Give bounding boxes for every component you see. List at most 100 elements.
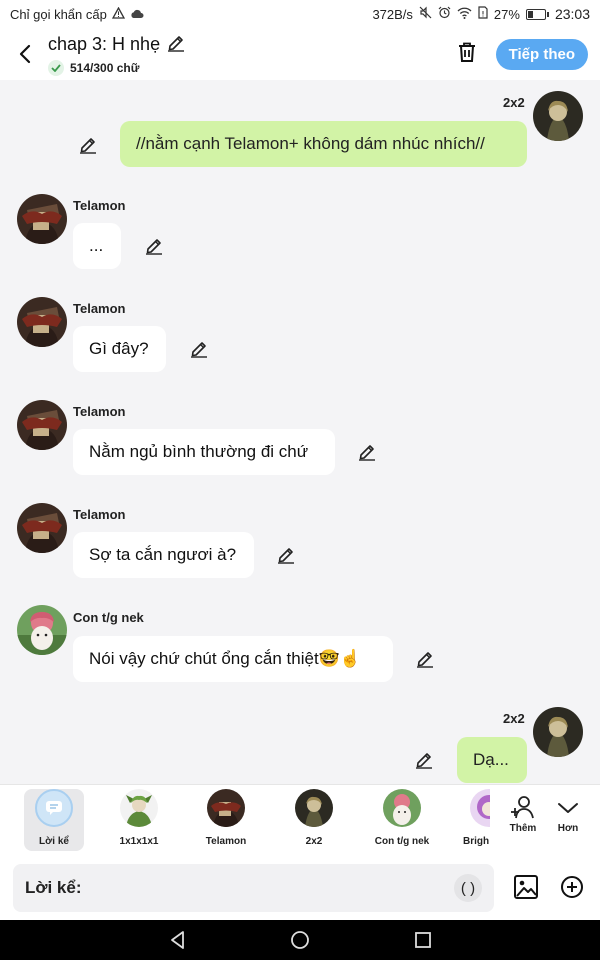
carrier-text: Chỉ gọi khẩn cấp — [10, 6, 107, 22]
add-button[interactable] — [560, 875, 584, 904]
character-con-tg-nek[interactable]: Con t/g nek — [372, 789, 432, 847]
title-block: chap 3: H nhẹ 514/300 chữ — [48, 32, 186, 76]
back-arrow-icon — [19, 44, 31, 64]
message-row: 2x2 //nằm cạnh Telamon+ không dám nhúc n… — [0, 80, 600, 175]
page-title: chap 3: H nhẹ — [48, 34, 161, 54]
status-bar: Chỉ gọi khẩn cấp 372B/s 27% 23:03 — [0, 0, 600, 28]
avatar — [470, 789, 490, 827]
nav-home-button[interactable] — [290, 930, 310, 955]
character-name: Brigh — [463, 836, 490, 847]
image-button[interactable] — [513, 874, 539, 905]
avatar[interactable] — [17, 297, 67, 347]
next-button[interactable]: Tiếp theo — [495, 38, 588, 70]
edit-message-icon[interactable] — [189, 338, 209, 358]
nav-back-button[interactable] — [168, 930, 188, 955]
battery-percent: 27% — [493, 6, 520, 22]
message-row: Telamon ... — [0, 190, 600, 275]
avatar[interactable] — [17, 605, 67, 655]
character-name: 2x2 — [305, 836, 323, 847]
edit-message-icon[interactable] — [357, 441, 377, 461]
image-icon — [514, 875, 538, 899]
narrator-icon — [35, 789, 73, 827]
character-name: Con t/g nek — [374, 836, 430, 847]
circle-home-icon — [291, 931, 309, 949]
sim-icon — [478, 6, 488, 22]
avatar[interactable] — [533, 707, 583, 757]
message-row: Telamon Sợ ta cắn ngươi à? — [0, 499, 600, 584]
edit-message-icon[interactable] — [78, 134, 98, 154]
avatar — [383, 789, 421, 827]
title-row: chap 3: H nhẹ — [48, 32, 186, 57]
check-icon — [48, 60, 64, 76]
battery-icon — [525, 8, 549, 20]
cloud-icon — [130, 7, 144, 22]
character-name: 1x1x1x1 — [119, 836, 159, 847]
back-button[interactable] — [14, 43, 36, 65]
edit-message-icon[interactable] — [414, 749, 434, 769]
character-telamon[interactable]: Telamon — [196, 789, 256, 847]
sender-name: 2x2 — [503, 711, 525, 726]
message-bubble[interactable]: Nằm ngủ bình thường đi chứ — [73, 429, 335, 475]
character-name: Lời kể — [39, 836, 69, 847]
avatar[interactable] — [17, 400, 67, 450]
status-left: Chỉ gọi khẩn cấp — [10, 6, 144, 22]
message-bubble[interactable]: ... — [73, 223, 121, 269]
warning-icon — [111, 6, 125, 22]
character-brigh[interactable]: Brigh — [460, 789, 490, 847]
avatar[interactable] — [533, 91, 583, 141]
status-right: 372B/s 27% 23:03 — [372, 6, 590, 22]
character-bar: Lời kể 1x1x1x1 Telamon 2x2 Con t/g nek B… — [0, 784, 600, 856]
mute-icon — [419, 6, 432, 22]
sender-name: Telamon — [73, 404, 126, 419]
edit-message-icon[interactable] — [276, 544, 296, 564]
add-person-icon — [511, 796, 534, 819]
clock: 23:03 — [554, 6, 590, 22]
sender-name: Telamon — [73, 301, 126, 316]
add-character-button[interactable]: Thêm — [503, 793, 543, 834]
narration-input[interactable]: Lời kể: ( ) — [13, 864, 494, 912]
word-count-row: 514/300 chữ — [48, 60, 186, 76]
message-bubble[interactable]: Nói vậy chứ chút ổng cắn thiệt🤓☝️ — [73, 636, 393, 682]
message-row: Telamon Nằm ngủ bình thường đi chứ — [0, 396, 600, 481]
avatar — [207, 789, 245, 827]
input-bar: Lời kể: ( ) — [0, 856, 600, 920]
square-recents-icon — [415, 932, 431, 948]
chevron-down-icon — [558, 803, 578, 813]
more-button[interactable]: Hơn — [548, 793, 588, 834]
header: chap 3: H nhẹ 514/300 chữ Tiếp theo — [0, 28, 600, 80]
message-row: 2x2 Dạ... — [0, 700, 600, 784]
sender-name: 2x2 — [503, 95, 525, 110]
character-name: Telamon — [205, 836, 247, 847]
sender-name: Telamon — [73, 198, 126, 213]
message-bubble[interactable]: Sợ ta cắn ngươi à? — [73, 532, 254, 578]
message-row: Telamon Gì đây? — [0, 293, 600, 378]
wifi-icon — [457, 7, 472, 22]
parentheses-button[interactable]: ( ) — [454, 874, 482, 902]
header-actions: Tiếp theo — [456, 38, 588, 70]
message-bubble[interactable]: Gì đây? — [73, 326, 166, 372]
chat-area[interactable]: 2x2 //nằm cạnh Telamon+ không dám nhúc n… — [0, 80, 600, 784]
edit-title-icon[interactable] — [166, 32, 186, 57]
character-1x1x1x1[interactable]: 1x1x1x1 — [109, 789, 169, 847]
sender-name: Telamon — [73, 507, 126, 522]
character-narrator[interactable]: Lời kể — [24, 789, 84, 851]
system-nav-bar — [0, 920, 600, 960]
avatar[interactable] — [17, 503, 67, 553]
network-speed: 372B/s — [372, 6, 413, 22]
edit-message-icon[interactable] — [415, 648, 435, 668]
sender-name: Con t/g nek — [73, 610, 144, 625]
avatar — [295, 789, 333, 827]
alarm-icon — [438, 6, 451, 22]
message-row: Con t/g nek Nói vậy chứ chút ổng cắn thi… — [0, 602, 600, 687]
input-label: Lời kể: — [25, 878, 82, 897]
more-label: Hơn — [557, 823, 579, 834]
message-bubble[interactable]: //nằm cạnh Telamon+ không dám nhúc nhích… — [120, 121, 527, 167]
triangle-back-icon — [171, 931, 184, 949]
character-2x2[interactable]: 2x2 — [284, 789, 344, 847]
message-bubble[interactable]: Dạ... — [457, 737, 527, 783]
avatar[interactable] — [17, 194, 67, 244]
trash-icon[interactable] — [456, 41, 478, 68]
nav-recents-button[interactable] — [413, 930, 433, 955]
avatar — [120, 789, 158, 827]
edit-message-icon[interactable] — [144, 235, 164, 255]
